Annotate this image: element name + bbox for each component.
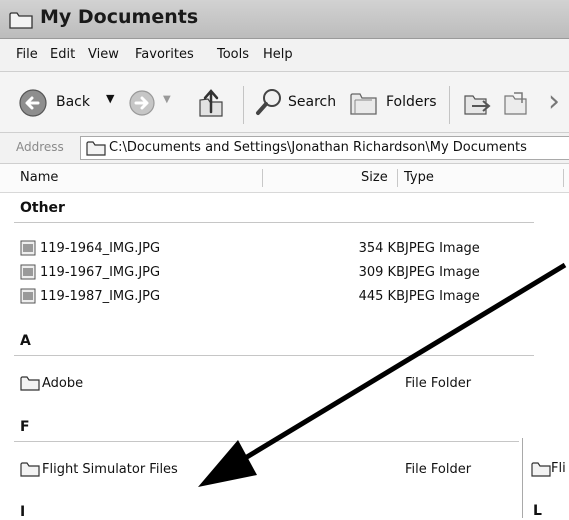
up-folder-icon[interactable]	[196, 86, 226, 120]
file-type: JPEG Image	[405, 241, 480, 256]
group-header-a: A	[20, 333, 31, 349]
file-name: 119-1964_IMG.JPG	[40, 241, 161, 256]
folder-icon	[531, 462, 551, 477]
column-header-size[interactable]: Size	[361, 170, 388, 185]
address-label: Address	[16, 140, 64, 154]
file-type: JPEG Image	[405, 265, 480, 280]
title-bar: My Documents	[0, 0, 569, 39]
file-name: 119-1967_IMG.JPG	[40, 265, 161, 280]
file-type: File Folder	[405, 376, 472, 391]
address-input[interactable]: C:\Documents and Settings\Jonathan Richa…	[80, 136, 569, 160]
file-size: 354 KB	[358, 241, 405, 256]
group-header-f: F	[20, 419, 30, 435]
list-item[interactable]: 119-1987_IMG.JPG 445 KB JPEG Image	[20, 286, 560, 308]
overlay-group-header: L	[533, 503, 542, 519]
jpeg-file-icon	[20, 240, 36, 256]
file-type: File Folder	[405, 462, 472, 477]
overlapping-window-pane: Fli L	[522, 438, 569, 519]
overlay-item-name[interactable]: Fli	[551, 461, 566, 476]
address-path: C:\Documents and Settings\Jonathan Richa…	[109, 140, 527, 155]
list-item[interactable]: 119-1964_IMG.JPG 354 KB JPEG Image	[20, 238, 560, 260]
search-button[interactable]: Search	[288, 94, 336, 110]
search-icon[interactable]	[253, 86, 285, 118]
file-name: 119-1987_IMG.JPG	[40, 289, 161, 304]
menu-favorites[interactable]: Favorites	[135, 47, 194, 62]
jpeg-file-icon	[20, 264, 36, 280]
folders-button[interactable]: Folders	[386, 94, 437, 110]
column-header-name[interactable]: Name	[20, 170, 58, 185]
jpeg-file-icon	[20, 288, 36, 304]
menu-tools[interactable]: Tools	[217, 47, 249, 62]
address-bar: Address C:\Documents and Settings\Jonath…	[0, 133, 569, 164]
window-title: My Documents	[40, 6, 199, 28]
more-chevron-icon[interactable]: ›	[548, 84, 560, 119]
forward-dropdown-icon[interactable]: ▼	[163, 94, 171, 105]
menu-edit[interactable]: Edit	[50, 47, 75, 62]
folder-icon	[9, 12, 33, 29]
folder-icon	[20, 376, 40, 391]
menu-file[interactable]: File	[16, 47, 38, 62]
move-to-icon[interactable]	[462, 88, 492, 118]
folder-icon	[86, 141, 106, 156]
menu-help[interactable]: Help	[263, 47, 293, 62]
folders-icon[interactable]	[348, 88, 380, 118]
file-size: 445 KB	[358, 289, 405, 304]
menu-bar: File Edit View Favorites Tools Help	[0, 39, 569, 72]
folder-icon	[20, 462, 40, 477]
list-item[interactable]: Flight Simulator Files File Folder	[20, 459, 560, 481]
copy-to-icon[interactable]	[502, 88, 534, 118]
group-header-other: Other	[20, 200, 65, 216]
forward-arrow-icon[interactable]	[128, 89, 156, 117]
file-size: 309 KB	[358, 265, 405, 280]
group-divider	[14, 441, 519, 442]
group-divider	[14, 222, 534, 223]
list-item[interactable]: Adobe File Folder	[20, 373, 560, 395]
column-header-row: Name Size Type	[0, 164, 569, 193]
menu-view[interactable]: View	[88, 47, 119, 62]
file-type: JPEG Image	[405, 289, 480, 304]
list-item[interactable]: 119-1967_IMG.JPG 309 KB JPEG Image	[20, 262, 560, 284]
back-dropdown-icon[interactable]: ▼	[106, 92, 114, 105]
group-divider	[14, 355, 534, 356]
file-name: Adobe	[42, 376, 84, 391]
back-button[interactable]: Back	[56, 94, 90, 110]
back-arrow-icon[interactable]	[18, 88, 48, 118]
column-header-type[interactable]: Type	[404, 170, 434, 185]
file-name: Flight Simulator Files	[42, 462, 178, 477]
